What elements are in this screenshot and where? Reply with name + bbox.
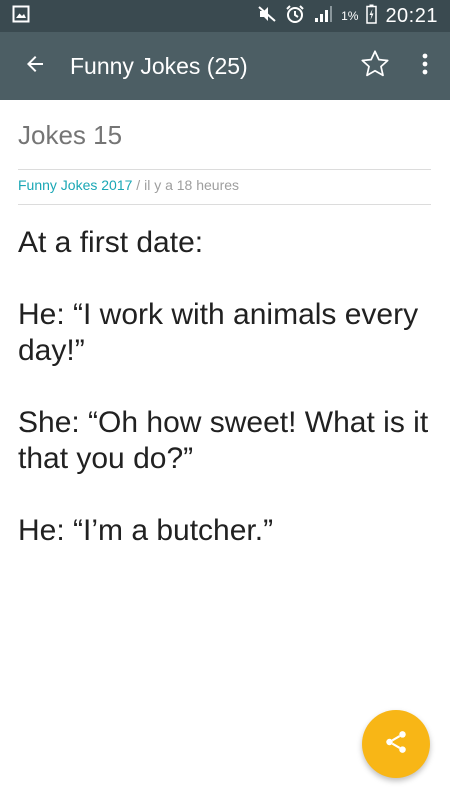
battery-icon: [366, 4, 378, 29]
favorite-button[interactable]: [350, 32, 400, 100]
joke-body: At a first date: He: “I work with animal…: [18, 205, 431, 549]
article-meta: Funny Jokes 2017 / il y a 18 heures: [18, 170, 431, 205]
status-bar: 1% 20:21: [0, 0, 450, 32]
star-icon: [359, 48, 391, 85]
status-right: 1% 20:21: [257, 4, 438, 29]
back-arrow-icon: [23, 52, 47, 81]
share-icon: [383, 729, 409, 760]
source-link[interactable]: Funny Jokes 2017: [18, 177, 132, 193]
alarm-icon: [285, 4, 305, 29]
signal-icon: [313, 5, 333, 28]
status-left: [12, 5, 30, 28]
article-title: Jokes 15: [18, 100, 431, 170]
joke-paragraph: She: “Oh how sweet! What is it that you …: [18, 406, 429, 475]
article-content: Jokes 15 Funny Jokes 2017 / il y a 18 he…: [18, 100, 431, 585]
joke-paragraph: He: “I’m a butcher.”: [18, 514, 274, 547]
back-button[interactable]: [0, 32, 70, 100]
page-title: Funny Jokes (25): [70, 52, 248, 79]
joke-paragraph: At a first date:: [18, 226, 204, 259]
meta-separator: /: [132, 177, 145, 193]
overflow-menu-button[interactable]: [400, 32, 450, 100]
app-bar: Funny Jokes (25): [0, 32, 450, 100]
gallery-icon: [12, 5, 30, 28]
status-time: 20:21: [385, 4, 438, 27]
share-button[interactable]: [362, 710, 430, 778]
joke-paragraph: He: “I work with animals every day!”: [18, 298, 419, 367]
time-ago: il y a 18 heures: [144, 177, 240, 193]
battery-percent: 1%: [341, 9, 359, 23]
mute-icon: [257, 5, 277, 28]
more-vert-icon: [422, 53, 428, 80]
